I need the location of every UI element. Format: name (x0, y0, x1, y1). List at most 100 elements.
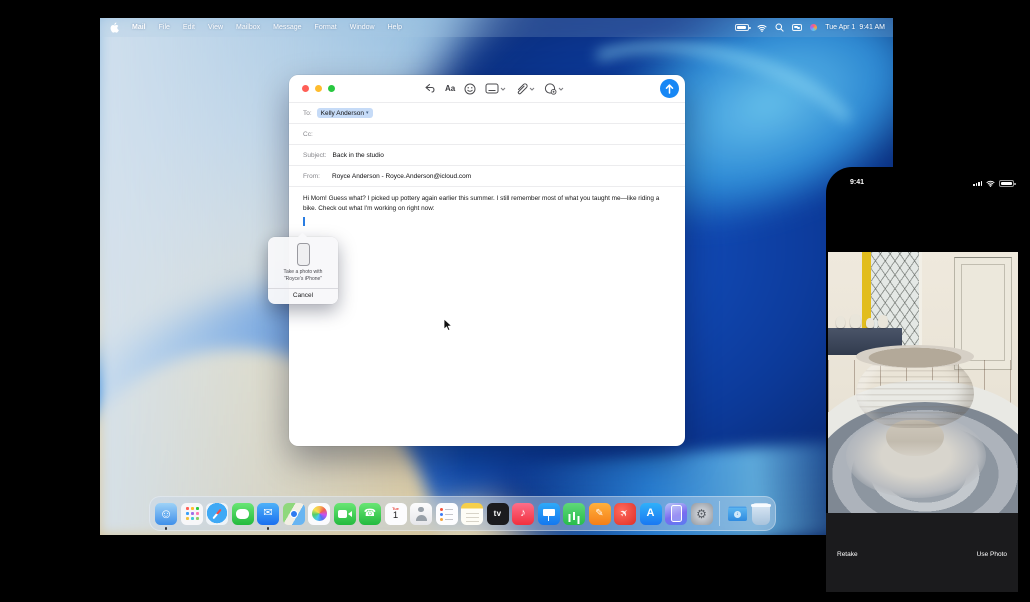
dock-music-icon[interactable]: ♪ (512, 503, 534, 525)
shelf-pottery (850, 314, 861, 328)
minimize-button[interactable] (315, 85, 322, 92)
text-caret (303, 217, 305, 226)
iphone-status-icons (973, 180, 1014, 187)
compose-toolbar: Aa (289, 75, 685, 102)
dock-keynote-icon[interactable] (538, 503, 560, 525)
format-icon[interactable]: Aa (445, 84, 455, 93)
shelf-pottery (878, 315, 888, 328)
menu-window[interactable]: Window (350, 24, 375, 31)
chevron-down-icon (500, 87, 506, 91)
from-field[interactable]: From: Royce Anderson - Royce.Anderson@ic… (289, 165, 685, 186)
dock-contacts-icon[interactable] (410, 503, 432, 525)
shelf-pottery (836, 316, 845, 328)
use-photo-button[interactable]: Use Photo (977, 551, 1007, 558)
dock-notes-icon[interactable] (461, 503, 483, 525)
mail-compose-window: Aa (289, 75, 685, 446)
battery-icon[interactable] (735, 24, 749, 31)
iphone-status-time: 9:41 (850, 179, 864, 186)
insert-menu-icon[interactable] (544, 82, 564, 95)
subject-field[interactable]: Subject: Back in the studio (289, 144, 685, 165)
emoji-icon[interactable] (464, 83, 476, 95)
dock-safari-icon[interactable] (206, 503, 228, 525)
menu-mailbox[interactable]: Mailbox (236, 24, 260, 31)
dock-finder-icon[interactable]: ☺ (155, 503, 177, 525)
wifi-icon[interactable] (757, 24, 767, 32)
cc-field[interactable]: Cc: (289, 123, 685, 144)
chevron-down-icon (529, 87, 535, 91)
undo-icon[interactable] (424, 83, 436, 94)
iphone-screen: 9:41 Retake Us (826, 167, 1030, 602)
dock-photos-icon[interactable] (308, 503, 330, 525)
dock-trash-icon[interactable] (752, 503, 770, 525)
search-icon[interactable] (775, 23, 784, 32)
iphone-icon (297, 243, 310, 266)
desktop-composite: Mail File Edit View Mailbox Message Format Wind… (0, 0, 1030, 602)
attach-icon[interactable] (515, 82, 535, 95)
menu-format[interactable]: Format (315, 24, 337, 31)
apple-menu-icon[interactable] (110, 22, 119, 33)
status-time: 9:41 AM (859, 24, 885, 31)
shelf-pottery (866, 318, 874, 328)
mouse-cursor (443, 318, 453, 332)
siri-icon[interactable] (810, 24, 817, 31)
dock-iphone-mirroring-icon[interactable] (665, 503, 687, 525)
subject-value: Back in the studio (333, 152, 384, 159)
to-label: To: (303, 110, 312, 117)
menu-bar: Mail File Edit View Mailbox Message Format Wind… (100, 18, 893, 37)
dock-reminders-icon[interactable] (436, 503, 458, 525)
pot-rim (856, 345, 974, 368)
menu-help[interactable]: Help (388, 24, 402, 31)
control-center-icon[interactable] (792, 24, 802, 31)
battery-icon (999, 180, 1014, 187)
continuity-camera-popover: Take a photo with “Royce’s iPhone” Cance… (268, 237, 338, 304)
menu-bar-clock[interactable]: Tue Apr 1 9:41 AM (825, 24, 885, 31)
close-button[interactable] (302, 85, 309, 92)
dock-launchpad-icon[interactable] (181, 503, 203, 525)
menu-file[interactable]: File (159, 24, 170, 31)
dock-calendar-icon[interactable]: Tue1 (385, 503, 407, 525)
dock-messages-icon[interactable] (232, 503, 254, 525)
cc-label: Cc: (303, 131, 313, 138)
send-button[interactable] (660, 79, 679, 98)
dock-maps-icon[interactable] (283, 503, 305, 525)
dock-pages-icon[interactable]: ✎ (589, 503, 611, 525)
retake-button[interactable]: Retake (837, 551, 858, 558)
menu-edit[interactable]: Edit (183, 24, 195, 31)
popover-line1: Take a photo with (271, 269, 335, 276)
cellular-icon (973, 181, 982, 187)
popover-line2: “Royce’s iPhone” (271, 276, 335, 283)
to-field[interactable]: To: Kelly Anderson ▾ (289, 102, 685, 123)
cancel-button[interactable]: Cancel (268, 289, 338, 304)
dock-rocket-icon[interactable]: ✈ (614, 503, 636, 525)
menu-mail[interactable]: Mail (132, 24, 146, 31)
message-body-text: Hi Mom! Guess what? I picked up pottery … (303, 194, 671, 214)
dock-mail-icon[interactable]: ✉ (257, 503, 279, 525)
dock-tv-icon[interactable]: tv (487, 503, 509, 525)
dock-downloads-icon[interactable] (727, 503, 749, 525)
menu-view[interactable]: View (208, 24, 223, 31)
dock-numbers-icon[interactable] (563, 503, 585, 525)
menu-message[interactable]: Message (273, 24, 301, 31)
dock-phone-icon[interactable]: ☎ (359, 503, 381, 525)
from-label: From: (303, 173, 320, 180)
dock-separator (719, 501, 720, 526)
subject-label: Subject: (303, 152, 327, 159)
dock-appstore-icon[interactable]: A (640, 503, 662, 525)
photo-browser-icon[interactable] (485, 83, 506, 94)
dock-facetime-icon[interactable] (334, 503, 356, 525)
dock-settings-icon[interactable]: ⚙ (691, 503, 713, 525)
wifi-icon (986, 180, 995, 187)
dock: ☺ ✉ ☎Tue1 tv♪ ✎✈A ⚙ (149, 496, 776, 531)
send-arrow-icon (665, 84, 674, 94)
from-value: Royce Anderson - Royce.Anderson@icloud.c… (332, 173, 471, 180)
message-body-editor[interactable]: Hi Mom! Guess what? I picked up pottery … (289, 186, 685, 221)
photo-review-bar: Retake Use Photo (826, 513, 1018, 592)
menu-bar-menus: Mail File Edit View Mailbox Message Format Wind… (110, 22, 402, 33)
mac-screen: Mail File Edit View Mailbox Message Format Wind… (100, 18, 893, 535)
zoom-button[interactable] (328, 85, 335, 92)
status-date: Tue Apr 1 (825, 24, 855, 31)
recipient-token[interactable]: Kelly Anderson ▾ (317, 108, 373, 118)
chevron-down-icon (558, 87, 564, 91)
token-chevron-icon: ▾ (366, 110, 369, 116)
camera-photo-preview (828, 252, 1018, 513)
